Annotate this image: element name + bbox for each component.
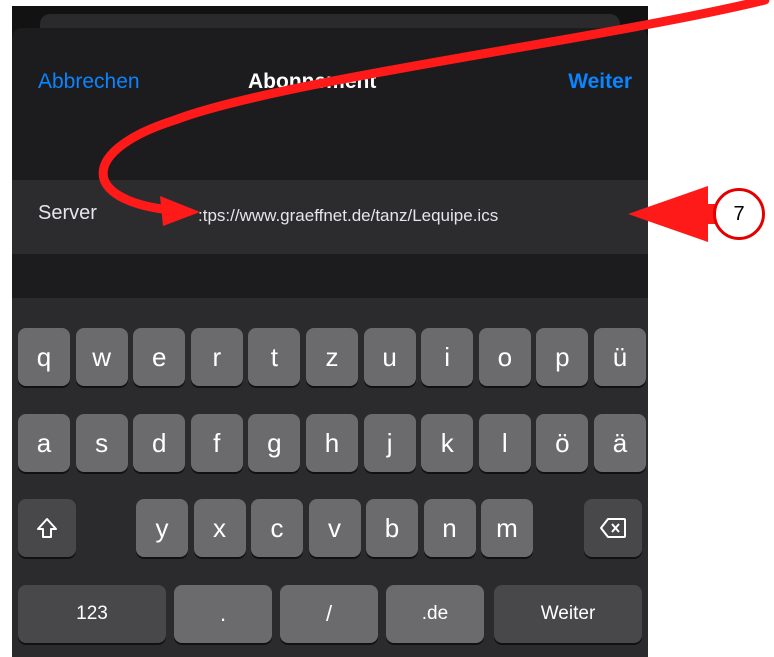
key-u[interactable]: u: [363, 328, 416, 386]
keyboard: qwertzuiopü asdfghjklöä yxcvbnm 123 . / …: [12, 298, 648, 657]
numbers-key[interactable]: 123: [18, 585, 166, 643]
server-label: Server: [38, 202, 97, 224]
key-ä[interactable]: ä: [594, 414, 646, 472]
key-w[interactable]: w: [75, 328, 128, 386]
key-ü[interactable]: ü: [594, 328, 646, 386]
return-key[interactable]: Weiter: [494, 585, 642, 643]
key-t[interactable]: t: [248, 328, 301, 386]
key-b[interactable]: b: [366, 499, 418, 557]
key-ö[interactable]: ö: [536, 414, 589, 472]
server-url-input[interactable]: [198, 204, 644, 228]
key-r[interactable]: r: [190, 328, 243, 386]
key-f[interactable]: f: [190, 414, 243, 472]
page-title: Abonnement: [248, 70, 377, 93]
key-o[interactable]: o: [478, 328, 531, 386]
phone-screen: Abbrechen Abonnement Weiter Server qwert…: [12, 6, 648, 657]
key-d[interactable]: d: [133, 414, 186, 472]
delete-key[interactable]: [584, 499, 642, 557]
cancel-button[interactable]: Abbrechen: [38, 70, 140, 94]
step-number-badge: 7: [713, 188, 765, 240]
key-q[interactable]: q: [18, 328, 70, 386]
dot-key[interactable]: .: [174, 585, 272, 643]
key-y[interactable]: y: [136, 499, 188, 557]
key-g[interactable]: g: [248, 414, 301, 472]
key-m[interactable]: m: [481, 499, 533, 557]
key-p[interactable]: p: [536, 328, 589, 386]
server-row[interactable]: Server: [12, 180, 648, 254]
key-h[interactable]: h: [306, 414, 358, 472]
key-j[interactable]: j: [363, 414, 416, 472]
key-l[interactable]: l: [478, 414, 531, 472]
key-i[interactable]: i: [421, 328, 474, 386]
key-k[interactable]: k: [421, 414, 474, 472]
key-s[interactable]: s: [75, 414, 128, 472]
key-c[interactable]: c: [251, 499, 303, 557]
key-v[interactable]: v: [308, 499, 361, 557]
key-n[interactable]: n: [423, 499, 476, 557]
shift-arrow-icon: [37, 518, 57, 538]
key-e[interactable]: e: [133, 328, 186, 386]
domain-key[interactable]: .de: [386, 585, 484, 643]
backspace-icon: [600, 518, 626, 538]
key-a[interactable]: a: [18, 414, 70, 472]
key-x[interactable]: x: [193, 499, 246, 557]
next-button[interactable]: Weiter: [568, 70, 632, 94]
shift-key[interactable]: [18, 499, 76, 557]
slash-key[interactable]: /: [280, 585, 378, 643]
key-z[interactable]: z: [306, 328, 358, 386]
subscription-sheet: [12, 28, 648, 298]
